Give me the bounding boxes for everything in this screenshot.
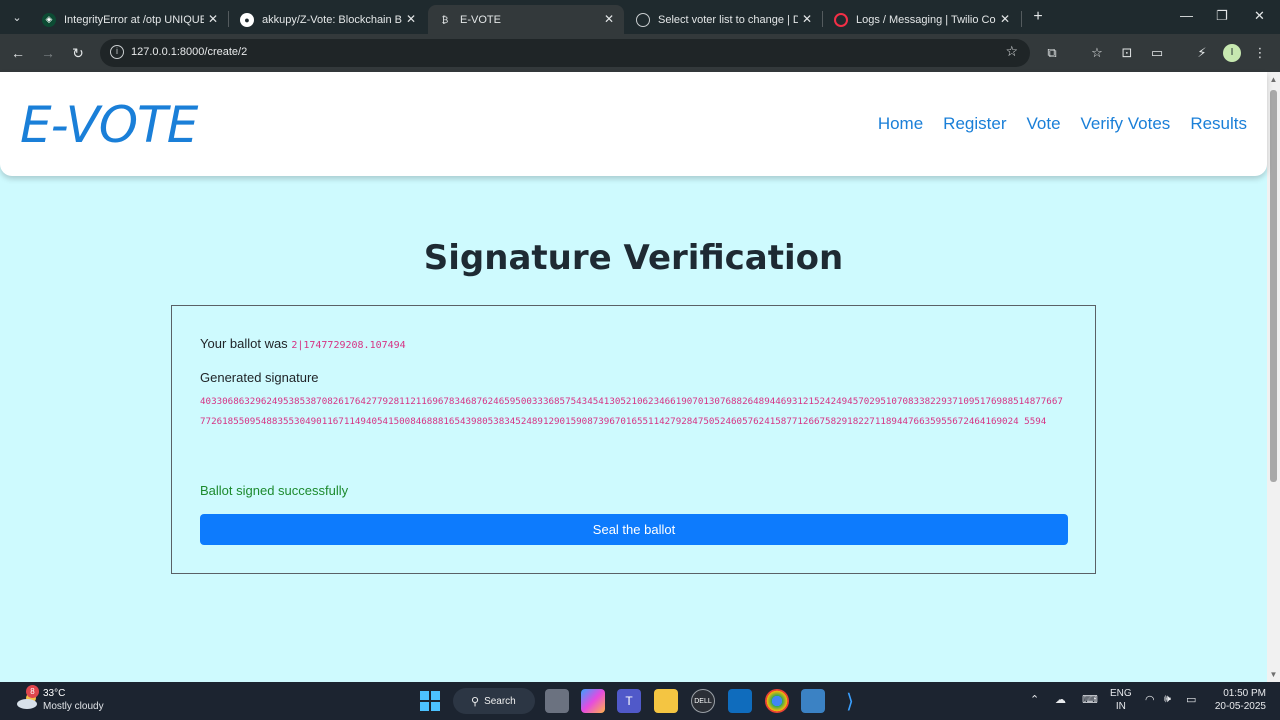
nav-results[interactable]: Results xyxy=(1190,114,1247,134)
chevron-up-icon[interactable]: ⌃ xyxy=(1030,693,1039,706)
ballot-value: 2|1747729208.107494 xyxy=(291,340,406,351)
close-tab-icon[interactable]: ✕ xyxy=(208,12,218,26)
chrome-icon[interactable] xyxy=(765,689,789,713)
tab-title: E-VOTE xyxy=(460,13,501,26)
performance-icon[interactable]: ⚡ xyxy=(1192,43,1212,63)
language-indicator[interactable]: ENG IN xyxy=(1110,687,1132,713)
nav-home[interactable]: Home xyxy=(878,114,923,134)
url-text[interactable]: 127.0.0.1:8000/create/2 xyxy=(131,46,247,58)
temperature: 33°C xyxy=(43,688,66,699)
reload-icon[interactable]: ↻ xyxy=(68,43,88,63)
reading-mode-icon[interactable]: ▭ xyxy=(1147,43,1167,63)
restore-icon[interactable]: ❐ xyxy=(1216,8,1228,24)
tab-title: Logs / Messaging | Twilio Conso xyxy=(856,13,996,26)
scrollbar-thumb[interactable] xyxy=(1270,90,1277,482)
success-message: Ballot signed successfully xyxy=(200,483,349,498)
github-icon: ● xyxy=(240,12,254,27)
forward-arrow-icon[interactable]: → xyxy=(38,43,58,63)
tab-title: akkupy/Z-Vote: Blockchain Base xyxy=(262,13,402,26)
task-view-icon[interactable] xyxy=(545,689,569,713)
close-tab-icon[interactable]: ✕ xyxy=(406,12,416,26)
back-arrow-icon[interactable]: ← xyxy=(8,43,28,63)
site-logo[interactable]: E-VOTE xyxy=(20,96,198,154)
volume-icon[interactable]: 🕪 xyxy=(1164,693,1171,706)
django-favicon-icon: ◈ xyxy=(42,12,56,27)
browser-tab-strip: ⌄ ◈ IntegrityError at /otp UNIQUE c ✕ ● … xyxy=(0,0,1280,34)
ballot-label: Your ballot was xyxy=(200,336,288,351)
weather-alert-badge: 8 xyxy=(26,685,39,698)
store-icon[interactable] xyxy=(728,689,752,713)
seal-ballot-button[interactable]: Seal the ballot xyxy=(200,514,1068,545)
site-header: E-VOTE Home Register Vote Verify Votes R… xyxy=(0,72,1267,176)
clock-date: 20-05-2025 xyxy=(1214,701,1266,712)
tab-evote[interactable]: ₿ E-VOTE ✕ xyxy=(428,5,624,34)
menu-kebab-icon[interactable]: ⋮ xyxy=(1250,43,1270,63)
tab-divider xyxy=(228,11,229,27)
tab-title: IntegrityError at /otp UNIQUE c xyxy=(64,13,204,26)
nav-register[interactable]: Register xyxy=(943,114,1006,134)
tab-title: Select voter list to change | Dja xyxy=(658,13,798,26)
region-code: IN xyxy=(1115,701,1126,712)
vscode-icon[interactable]: ⟩ xyxy=(838,689,862,713)
scroll-up-icon[interactable]: ▲ xyxy=(1269,75,1278,84)
file-explorer-icon[interactable] xyxy=(654,689,678,713)
new-tab-button[interactable]: + xyxy=(1028,7,1048,27)
screenshot-icon[interactable]: ⊡ xyxy=(1117,43,1137,63)
signature-value: 4033068632962495385387082617642779281121… xyxy=(200,396,1063,427)
tab-search-button[interactable]: ⌄ xyxy=(6,6,28,28)
profile-avatar[interactable]: I xyxy=(1223,44,1241,62)
copilot-icon[interactable] xyxy=(581,689,605,713)
page-title: Signature Verification xyxy=(423,238,844,278)
taskbar-search[interactable]: ⚲ Search xyxy=(453,688,535,714)
tab-django-admin[interactable]: Select voter list to change | Dja ✕ xyxy=(626,5,822,34)
teams-icon[interactable]: T xyxy=(617,689,641,713)
minimize-icon[interactable]: — xyxy=(1180,8,1193,23)
close-tab-icon[interactable]: ✕ xyxy=(1000,12,1010,26)
twilio-icon xyxy=(834,12,848,27)
signature-label: Generated signature xyxy=(200,370,319,385)
search-label: Search xyxy=(484,695,516,707)
close-tab-icon[interactable]: ✕ xyxy=(802,12,812,26)
wifi-icon[interactable]: ◠ xyxy=(1145,693,1155,706)
nav-verify-votes[interactable]: Verify Votes xyxy=(1081,114,1171,134)
tab-github[interactable]: ● akkupy/Z-Vote: Blockchain Base ✕ xyxy=(230,5,426,34)
language-code: ENG xyxy=(1110,688,1132,699)
network-app-icon[interactable] xyxy=(801,689,825,713)
tab-twilio[interactable]: Logs / Messaging | Twilio Conso ✕ xyxy=(824,5,1020,34)
search-icon: ⚲ xyxy=(471,695,480,708)
page-scrollbar[interactable]: ▲ ▼ xyxy=(1267,72,1280,682)
bookmark-star-icon[interactable]: ☆ xyxy=(1005,43,1018,60)
browser-toolbar: ← → ↻ i 127.0.0.1:8000/create/2 ☆ ⧉ ☆ ⊡ … xyxy=(0,34,1280,72)
windows-start-icon[interactable] xyxy=(418,689,442,713)
ballot-line: Your ballot was 2|1747729208.107494 xyxy=(200,336,406,351)
nav-vote[interactable]: Vote xyxy=(1026,114,1060,134)
dell-icon[interactable]: DELL xyxy=(691,689,715,713)
close-tab-icon[interactable]: ✕ xyxy=(604,12,614,26)
tab-divider xyxy=(822,11,823,27)
signature-card: Your ballot was 2|1747729208.107494 Gene… xyxy=(171,305,1096,574)
battery-icon[interactable]: ▭ xyxy=(1186,693,1196,706)
tab-divider xyxy=(1021,11,1022,27)
scroll-down-icon[interactable]: ▼ xyxy=(1269,670,1278,679)
bookmarks-icon[interactable]: ☆ xyxy=(1087,43,1107,63)
address-bar[interactable]: i 127.0.0.1:8000/create/2 ☆ xyxy=(100,39,1030,67)
tab-integrity-error[interactable]: ◈ IntegrityError at /otp UNIQUE c ✕ xyxy=(32,5,228,34)
keyboard-icon[interactable]: ⌨ xyxy=(1082,693,1098,706)
site-nav: Home Register Vote Verify Votes Results xyxy=(878,114,1247,134)
globe-icon xyxy=(636,12,650,27)
site-info-icon[interactable]: i xyxy=(110,45,124,59)
bitcoin-icon: ₿ xyxy=(441,14,449,25)
system-clock[interactable]: 01:50 PM 20-05-2025 xyxy=(1212,687,1266,713)
extensions-icon[interactable]: ⧉ xyxy=(1042,43,1062,63)
clock-time: 01:50 PM xyxy=(1223,688,1266,699)
weather-condition: Mostly cloudy xyxy=(43,701,104,712)
close-window-icon[interactable]: ✕ xyxy=(1254,8,1265,24)
onedrive-icon[interactable]: ☁ xyxy=(1055,693,1066,706)
windows-taskbar: 8 33°C Mostly cloudy ⚲ Search T DELL ⟩ ⌃… xyxy=(0,682,1280,720)
